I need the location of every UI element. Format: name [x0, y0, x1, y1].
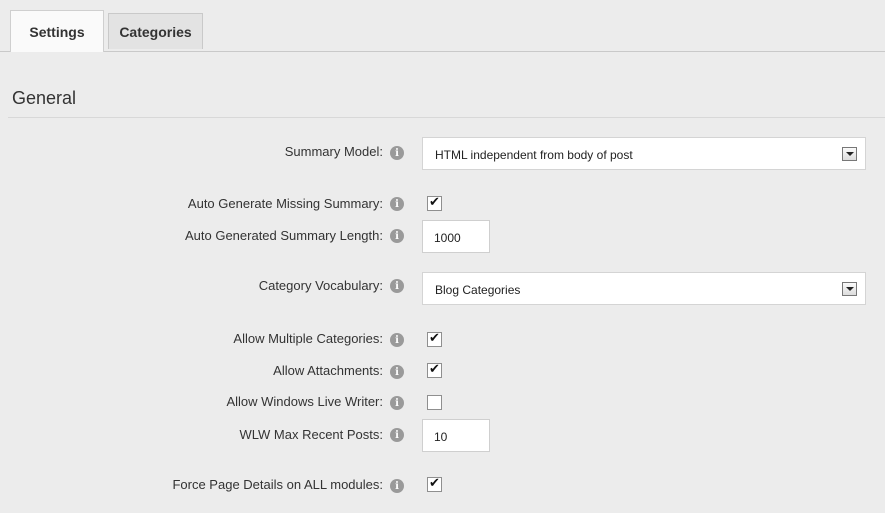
force-page-details-checkbox[interactable]: ✔ [427, 476, 442, 492]
allow-attachments-label: Allow Attachments: [273, 363, 383, 378]
wlw-max-recent-posts-label: WLW Max Recent Posts: [239, 427, 383, 442]
chevron-down-icon[interactable] [842, 147, 857, 161]
summary-length-input[interactable]: 1000 [422, 220, 490, 253]
auto-generate-summary-row: Auto Generate Missing Summary: i ✔ [0, 194, 885, 214]
info-icon[interactable]: i [390, 428, 404, 442]
allow-windows-live-writer-checkbox[interactable] [427, 395, 442, 410]
info-icon[interactable]: i [390, 396, 404, 410]
summary-length-label: Auto Generated Summary Length: [184, 228, 383, 243]
info-icon[interactable]: i [390, 479, 404, 493]
info-icon[interactable]: i [390, 146, 404, 160]
summary-model-label: Summary Model: [284, 144, 383, 159]
category-vocabulary-select[interactable]: Blog Categories [422, 272, 866, 305]
checkmark-icon: ✔ [429, 195, 440, 210]
summary-model-select[interactable]: HTML independent from body of post [422, 137, 866, 170]
category-vocabulary-value: Blog Categories [435, 283, 521, 297]
allow-windows-live-writer-label: Allow Windows Live Writer: [226, 394, 383, 409]
info-icon[interactable]: i [390, 229, 404, 243]
force-page-details-label: Force Page Details on ALL modules: [172, 477, 383, 492]
wlw-max-recent-posts-input[interactable]: 10 [422, 419, 490, 452]
tab-bar: Settings Categories [0, 0, 885, 52]
summary-model-value: HTML independent from body of post [435, 148, 633, 162]
force-page-details-row: Force Page Details on ALL modules: i ✔ [0, 476, 885, 496]
info-icon[interactable]: i [390, 365, 404, 379]
chevron-down-icon[interactable] [842, 282, 857, 296]
checkmark-icon: ✔ [429, 362, 440, 377]
info-icon[interactable]: i [390, 279, 404, 293]
tab-categories-label: Categories [119, 23, 192, 40]
checkmark-icon: ✔ [429, 331, 440, 346]
info-icon[interactable]: i [390, 333, 404, 347]
checkmark-icon: ✔ [429, 476, 440, 491]
auto-generate-summary-label: Auto Generate Missing Summary: [187, 196, 383, 211]
allow-multiple-categories-row: Allow Multiple Categories: i ✔ [0, 330, 885, 350]
summary-model-row: Summary Model: i HTML independent from b… [0, 137, 885, 171]
allow-multiple-categories-label: Allow Multiple Categories: [233, 331, 383, 346]
wlw-max-recent-posts-row: WLW Max Recent Posts: i 10 [0, 419, 885, 452]
allow-attachments-row: Allow Attachments: i ✔ [0, 362, 885, 382]
category-vocabulary-row: Category Vocabulary: i Blog Categories [0, 272, 885, 306]
summary-length-value: 1000 [434, 231, 461, 245]
tab-categories[interactable]: Categories [108, 13, 203, 49]
allow-attachments-checkbox[interactable]: ✔ [427, 362, 442, 378]
tab-settings-label: Settings [29, 23, 85, 40]
auto-generate-summary-checkbox[interactable]: ✔ [427, 195, 442, 211]
section-divider [8, 117, 885, 118]
info-icon[interactable]: i [390, 197, 404, 211]
summary-length-row: Auto Generated Summary Length: i 1000 [0, 220, 885, 253]
allow-multiple-categories-checkbox[interactable]: ✔ [427, 331, 442, 347]
section-title: General [12, 88, 77, 108]
allow-windows-live-writer-row: Allow Windows Live Writer: i [0, 393, 885, 413]
category-vocabulary-label: Category Vocabulary: [258, 278, 383, 293]
tab-settings[interactable]: Settings [10, 10, 104, 52]
wlw-max-recent-posts-value: 10 [434, 430, 448, 444]
